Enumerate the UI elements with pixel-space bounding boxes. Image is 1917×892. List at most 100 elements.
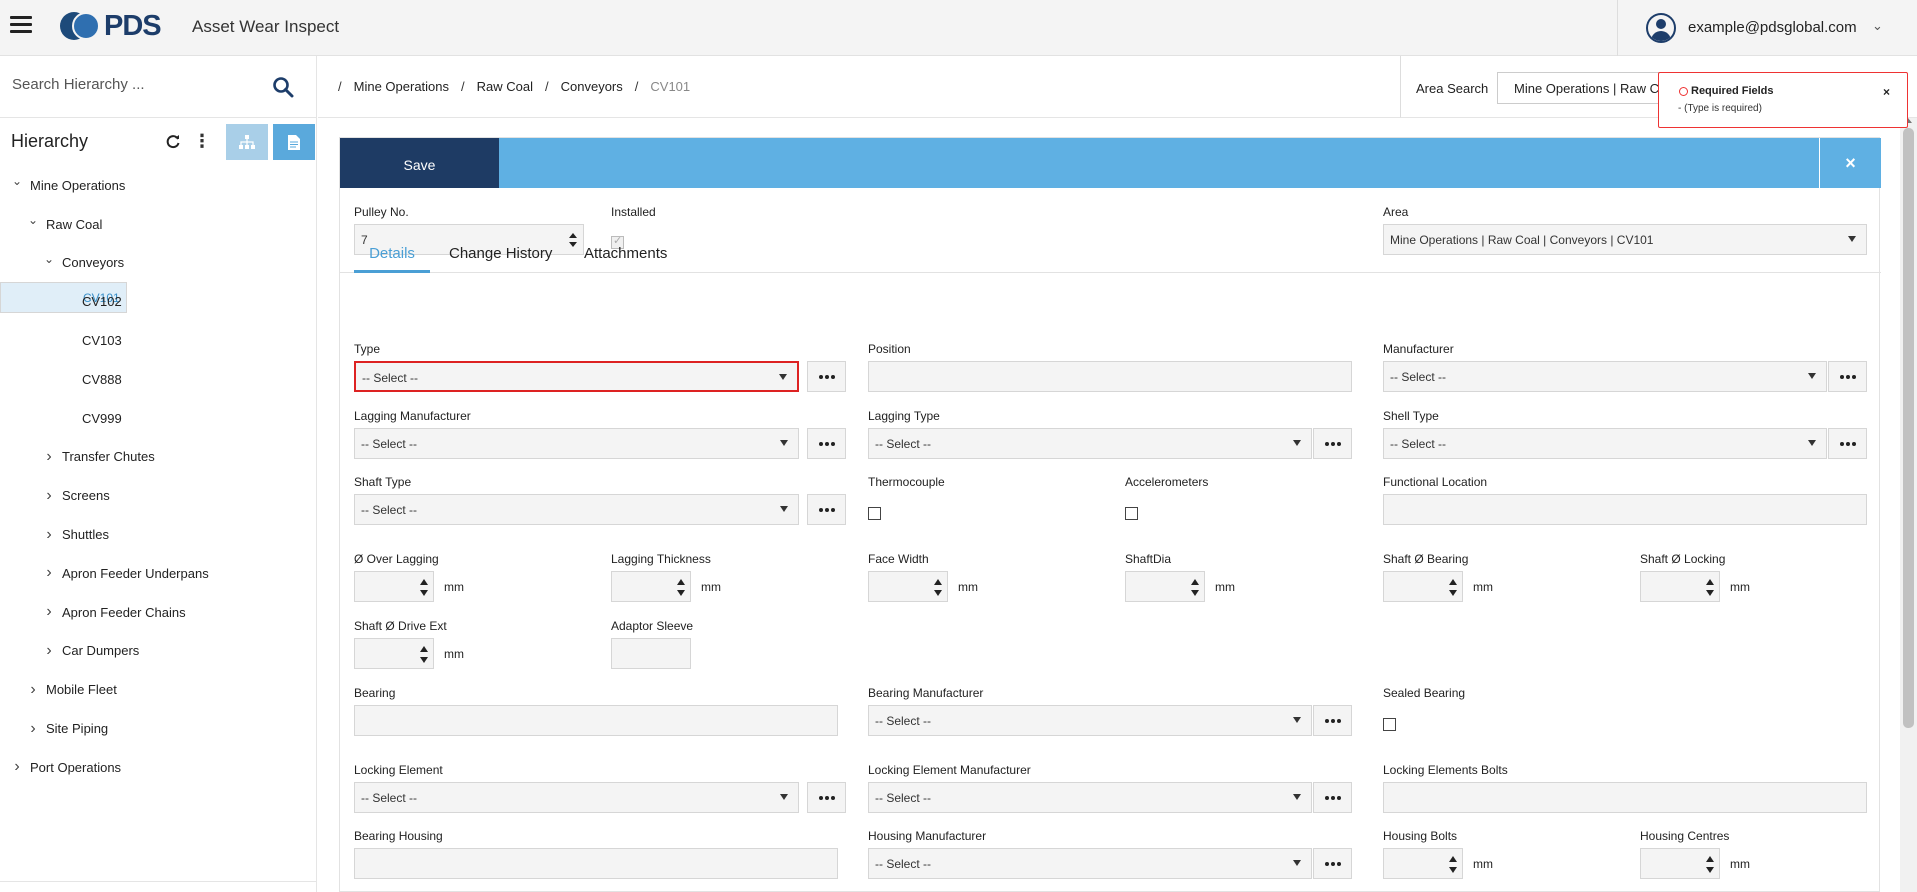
locking-element-select[interactable]: -- Select --	[354, 782, 799, 813]
bearing-housing-input[interactable]	[354, 848, 838, 879]
manufacturer-more-button[interactable]	[1828, 361, 1867, 392]
lagging-manufacturer-select[interactable]: -- Select --	[354, 428, 799, 459]
spinner-up-icon[interactable]	[420, 646, 428, 652]
type-more-button[interactable]	[807, 361, 846, 392]
chevron-right-icon[interactable]: ›	[42, 564, 56, 582]
spinner-down-icon[interactable]	[420, 590, 428, 596]
close-form-button[interactable]: ×	[1819, 138, 1881, 188]
bearing-manufacturer-select[interactable]: -- Select --	[868, 705, 1312, 736]
tree-item[interactable]: › Apron Feeder Underpans	[0, 554, 317, 593]
lagging-thickness-input[interactable]	[611, 571, 691, 602]
thermocouple-checkbox[interactable]	[868, 507, 881, 520]
spinner-up-icon[interactable]	[1191, 579, 1199, 585]
chevron-down-icon[interactable]: ⌄	[26, 213, 40, 227]
face-width-input[interactable]	[868, 571, 948, 602]
housing-centres-input[interactable]	[1640, 848, 1720, 879]
lagging-type-more-button[interactable]	[1313, 428, 1352, 459]
chevron-right-icon[interactable]: ›	[42, 526, 56, 544]
search-icon[interactable]	[272, 76, 294, 98]
tree-item[interactable]: › Shuttles	[0, 515, 317, 554]
tree-item[interactable]: CV888	[0, 360, 317, 399]
tab-attachments[interactable]: Attachments	[584, 233, 667, 273]
housing-bolts-input[interactable]	[1383, 848, 1463, 879]
tree-item[interactable]: ⌄ Mine Operations	[0, 166, 317, 205]
tree-item[interactable]: › Port Operations	[0, 748, 317, 787]
report-button[interactable]	[273, 124, 315, 160]
tree-item[interactable]: CV103	[0, 321, 317, 360]
bearing-manufacturer-more-button[interactable]	[1313, 705, 1352, 736]
type-select[interactable]: -- Select --	[354, 361, 799, 392]
locking-element-manufacturer-select[interactable]: -- Select --	[868, 782, 1312, 813]
chevron-right-icon[interactable]: ›	[42, 487, 56, 505]
over-lagging-input[interactable]	[354, 571, 434, 602]
shaft-bearing-input[interactable]	[1383, 571, 1463, 602]
shaft-dia-input[interactable]	[1125, 571, 1205, 602]
menu-icon[interactable]	[10, 16, 32, 36]
accelerometers-checkbox[interactable]	[1125, 507, 1138, 520]
chevron-right-icon[interactable]: ›	[42, 448, 56, 466]
housing-manufacturer-more-button[interactable]	[1313, 848, 1352, 879]
hierarchy-tree-button[interactable]	[226, 124, 268, 160]
spinner-down-icon[interactable]	[1706, 590, 1714, 596]
chevron-down-icon[interactable]: ⌄	[42, 252, 56, 266]
chevron-right-icon[interactable]: ›	[26, 720, 40, 738]
functional-location-input[interactable]	[1383, 494, 1867, 525]
spinner-down-icon[interactable]	[420, 657, 428, 663]
bearing-input[interactable]	[354, 705, 838, 736]
chevron-right-icon[interactable]: ›	[42, 603, 56, 621]
adaptor-sleeve-input[interactable]	[611, 638, 691, 669]
breadcrumb-item[interactable]: Raw Coal	[477, 79, 533, 94]
tree-item[interactable]: › Transfer Chutes	[0, 438, 317, 477]
lagging-manufacturer-more-button[interactable]	[807, 428, 846, 459]
tree-item[interactable]: › Screens	[0, 476, 317, 515]
tree-item[interactable]: ⌄ Conveyors	[0, 244, 317, 283]
sealed-bearing-checkbox[interactable]	[1383, 718, 1396, 731]
tree-item[interactable]: ⌄ Raw Coal	[0, 205, 317, 244]
chevron-down-icon[interactable]: ⌄	[10, 174, 24, 188]
spinner-up-icon[interactable]	[1449, 856, 1457, 862]
spinner-down-icon[interactable]	[1706, 867, 1714, 873]
spinner-up-icon[interactable]	[1449, 579, 1457, 585]
spinner-down-icon[interactable]	[677, 590, 685, 596]
tree-item[interactable]: › Car Dumpers	[0, 632, 317, 671]
spinner-up-icon[interactable]	[1706, 579, 1714, 585]
close-icon[interactable]: ×	[1883, 85, 1890, 99]
spinner-down-icon[interactable]	[1191, 590, 1199, 596]
shell-type-more-button[interactable]	[1828, 428, 1867, 459]
position-input[interactable]	[868, 361, 1352, 392]
tree-item[interactable]: › Apron Feeder Chains	[0, 593, 317, 632]
housing-manufacturer-select[interactable]: -- Select --	[868, 848, 1312, 879]
chevron-down-icon[interactable]: ⌄	[1872, 18, 1883, 34]
tree-item[interactable]: CV102	[0, 282, 317, 321]
shaft-locking-input[interactable]	[1640, 571, 1720, 602]
tree-item[interactable]: › Mobile Fleet	[0, 670, 317, 709]
manufacturer-select[interactable]: -- Select --	[1383, 361, 1827, 392]
spinner-up-icon[interactable]	[677, 579, 685, 585]
tree-item[interactable]: › Site Piping	[0, 709, 317, 748]
tab-details[interactable]: Details	[354, 233, 430, 273]
spinner-down-icon[interactable]	[1449, 867, 1457, 873]
chevron-right-icon[interactable]: ›	[26, 681, 40, 699]
locking-element-manufacturer-more-button[interactable]	[1313, 782, 1352, 813]
spinner-up-icon[interactable]	[934, 579, 942, 585]
spinner-down-icon[interactable]	[934, 590, 942, 596]
save-button[interactable]: Save	[340, 138, 499, 188]
user-menu[interactable]: example@pdsglobal.com ⌄	[1617, 0, 1917, 56]
tab-change-history[interactable]: Change History	[449, 233, 552, 273]
spinner-up-icon[interactable]	[1706, 856, 1714, 862]
hierarchy-search-input[interactable]	[12, 76, 252, 93]
locking-element-more-button[interactable]	[807, 782, 846, 813]
locking-elements-bolts-input[interactable]	[1383, 782, 1867, 813]
shaft-type-more-button[interactable]	[807, 494, 846, 525]
tree-item[interactable]: CV999	[0, 399, 317, 438]
spinner-down-icon[interactable]	[1449, 590, 1457, 596]
scrollbar-thumb[interactable]	[1903, 128, 1914, 728]
chevron-right-icon[interactable]: ›	[10, 758, 24, 776]
breadcrumb-item[interactable]: Conveyors	[561, 79, 623, 94]
lagging-type-select[interactable]: -- Select --	[868, 428, 1312, 459]
more-vertical-icon[interactable]: ⋮	[185, 124, 219, 158]
breadcrumb-item[interactable]: Mine Operations	[354, 79, 449, 94]
shaft-drive-ext-input[interactable]	[354, 638, 434, 669]
page-scrollbar[interactable]	[1900, 118, 1917, 892]
shell-type-select[interactable]: -- Select --	[1383, 428, 1827, 459]
